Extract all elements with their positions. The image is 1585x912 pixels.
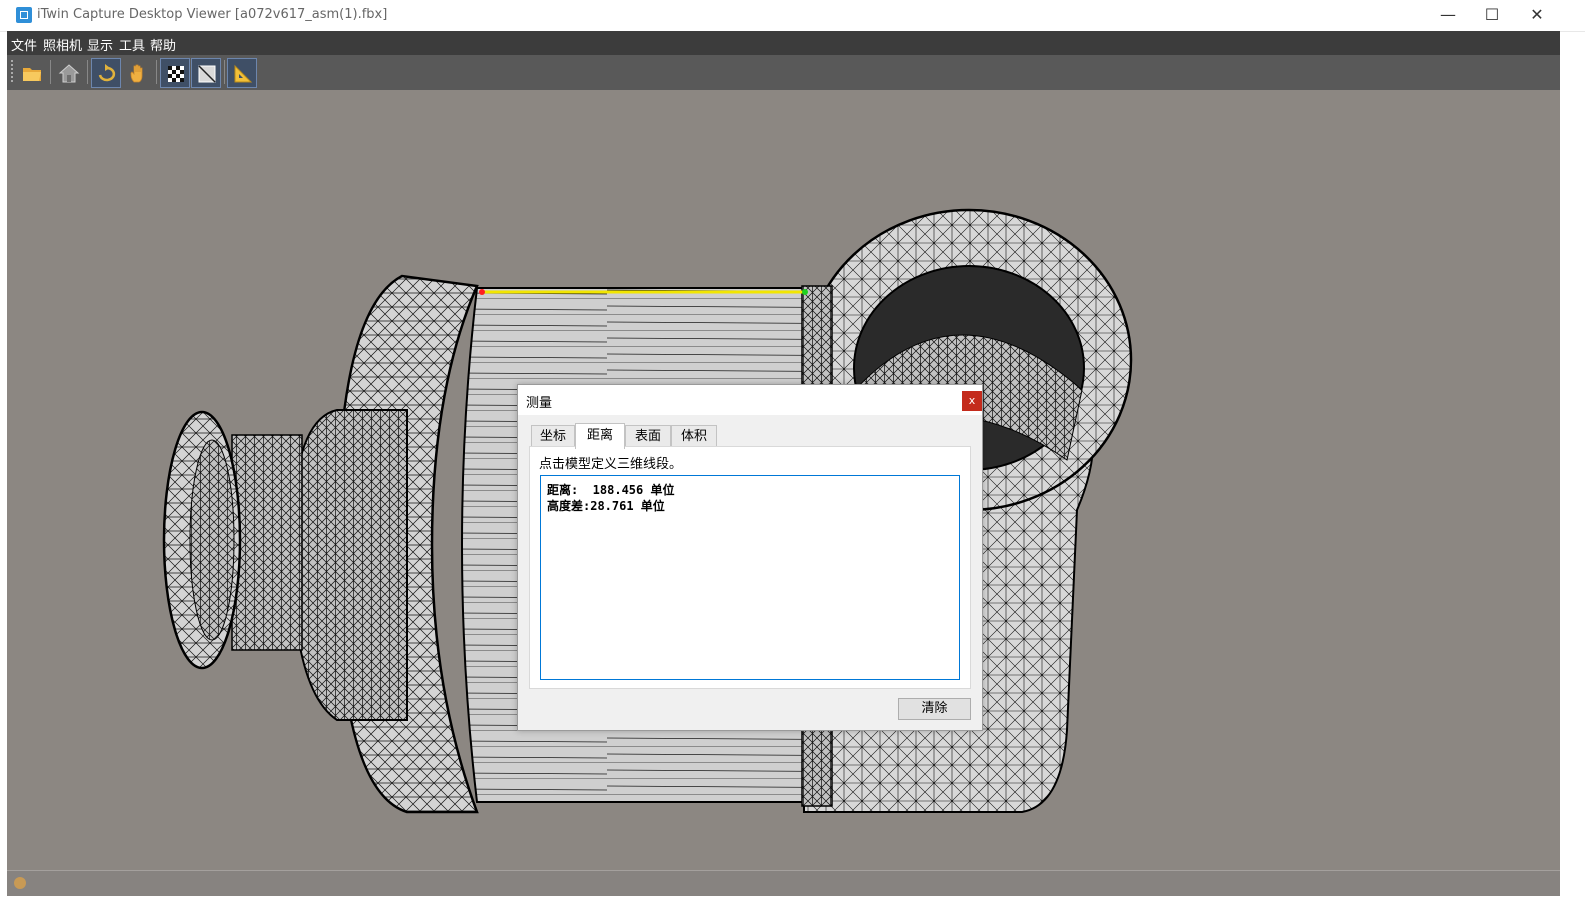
minimize-button[interactable]: —	[1425, 0, 1471, 31]
tab-distance[interactable]: 距离	[575, 423, 625, 449]
toolbar-separator	[50, 60, 51, 84]
measure-results-textbox[interactable]: 距离: 188.456 单位 高度差:28.761 单位	[540, 475, 960, 680]
open-folder-icon	[23, 68, 41, 81]
menu-tools[interactable]: 工具	[119, 35, 145, 54]
window-title: iTwin Capture Desktop Viewer [a072v617_a…	[37, 7, 388, 22]
collar-ring	[290, 409, 408, 721]
toolbar-separator	[224, 60, 225, 84]
tab-surface[interactable]: 表面	[625, 425, 671, 447]
toolbar-separator	[156, 60, 157, 84]
orbit-icon	[98, 64, 116, 82]
toolbar	[7, 55, 1560, 90]
menu-file[interactable]: 文件	[11, 35, 37, 54]
end-cap-face	[189, 439, 235, 641]
maximize-button[interactable]: ☐	[1469, 0, 1515, 31]
home-view-button[interactable]	[54, 58, 84, 88]
checker-texture-icon	[168, 66, 184, 82]
distance-result: 距离: 188.456 单位	[547, 483, 675, 497]
measure-dialog: 测量 x 坐标 距离 表面 体积 点击模型定义三维线段。 距离: 188.456…	[517, 384, 983, 731]
pan-hand-icon	[130, 64, 143, 83]
menu-help[interactable]: 帮助	[150, 35, 176, 54]
toolbar-separator	[87, 60, 88, 84]
instruction-text: 点击模型定义三维线段。	[539, 457, 683, 472]
clear-button[interactable]: 清除	[898, 698, 971, 720]
toolbar-grip[interactable]	[11, 60, 13, 84]
measure-end-point[interactable]	[802, 289, 808, 295]
dialog-title-bar[interactable]: 测量 x	[518, 385, 982, 415]
measure-icon	[234, 64, 253, 83]
wireframe-toggle-button[interactable]	[191, 58, 221, 88]
pan-button[interactable]	[123, 58, 153, 88]
status-indicator-icon	[14, 877, 26, 889]
texture-toggle-button[interactable]	[160, 58, 190, 88]
app-icon	[16, 7, 32, 23]
dialog-title: 测量	[526, 396, 553, 411]
orbit-button[interactable]	[91, 58, 121, 88]
measure-start-point[interactable]	[479, 289, 485, 295]
menu-bar: 文件 照相机 显示 工具 帮助	[7, 31, 1560, 55]
tab-coordinates[interactable]: 坐标	[531, 425, 575, 447]
height-difference-result: 高度差:28.761 单位	[547, 499, 665, 513]
dialog-close-button[interactable]: x	[962, 391, 982, 411]
status-bar	[7, 870, 1560, 896]
wireframe-icon	[198, 65, 216, 83]
distance-tab-panel: 点击模型定义三维线段。 距离: 188.456 单位 高度差:28.761 单位	[529, 446, 971, 689]
menu-camera[interactable]: 照相机	[43, 35, 82, 54]
open-button[interactable]	[17, 58, 47, 88]
title-bar: iTwin Capture Desktop Viewer [a072v617_a…	[0, 0, 1585, 32]
tab-volume[interactable]: 体积	[671, 425, 717, 447]
menu-display[interactable]: 显示	[87, 35, 113, 54]
home-icon	[58, 64, 80, 83]
close-window-button[interactable]: ✕	[1514, 0, 1560, 31]
neck-section	[231, 434, 303, 651]
measure-button[interactable]	[227, 58, 257, 88]
